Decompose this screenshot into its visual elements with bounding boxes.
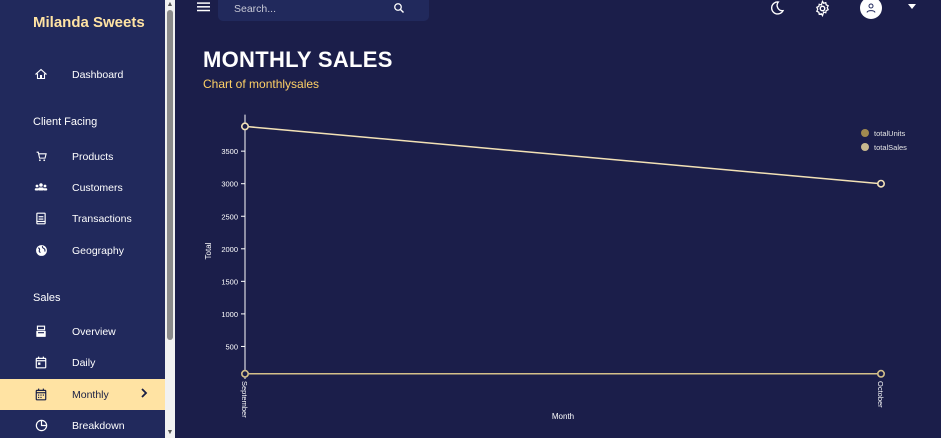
data-point-totalSales (241, 122, 250, 131)
data-point-totalSales (876, 179, 885, 188)
y-tick-label: 3500 (221, 147, 238, 156)
y-tick-label: 3000 (221, 180, 238, 189)
legend-marker-totalUnits (861, 129, 869, 137)
y-tick-label: 2500 (221, 212, 238, 221)
x-axis-label: Month (552, 412, 574, 421)
y-tick-label: 1500 (221, 277, 238, 286)
series-line-totalSales (244, 125, 882, 185)
y-axis-label: Total (204, 242, 213, 259)
legend-label-totalSales: totalSales (874, 143, 907, 152)
y-tick-label: 1000 (221, 310, 238, 319)
legend-marker-totalSales (861, 143, 869, 151)
y-tick-label: 500 (225, 342, 238, 351)
x-tick-label: September (240, 381, 249, 418)
legend-label-totalUnits: totalUnits (874, 129, 906, 138)
data-point-totalUnits (876, 369, 885, 378)
x-tick-label: October (876, 381, 885, 408)
y-tick-label: 2000 (221, 245, 238, 254)
data-point-totalUnits (241, 369, 250, 378)
monthly-sales-chart: 500 1000 1500 2000 2500 3000 3500 Total Septembe… (204, 114, 907, 421)
